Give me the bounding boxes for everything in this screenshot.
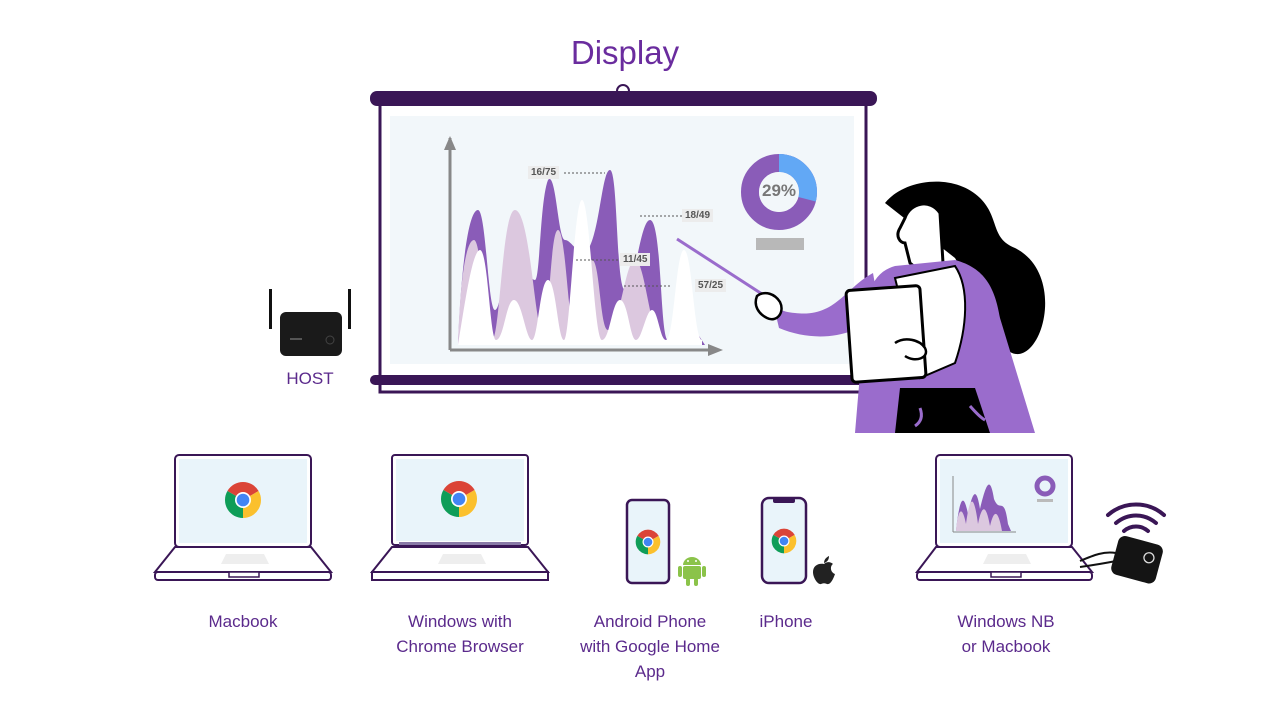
windows-nb-laptop-icon[interactable] (914, 454, 1096, 584)
windows-laptop-icon[interactable] (369, 454, 551, 584)
device-label-android: Android Phone with Google Home App (580, 612, 720, 681)
chart-annotation: 18/49 (682, 209, 714, 222)
chart-annotation: 11/45 (620, 253, 651, 266)
chrome-icon (635, 529, 661, 555)
host-label: HOST (286, 369, 334, 388)
chrome-icon (224, 482, 262, 518)
host-receiver-icon (269, 289, 351, 356)
device-label-iphone: iPhone (759, 612, 813, 631)
chrome-icon (440, 481, 478, 517)
chrome-icon (771, 528, 797, 554)
device-label-windows-chrome: Windows with Chrome Browser (396, 612, 524, 656)
apple-icon (813, 556, 835, 585)
macbook-laptop-icon[interactable] (152, 454, 334, 584)
android-icon (678, 557, 706, 586)
wireless-button-dongle-icon (1079, 502, 1166, 584)
display-title: Display (570, 34, 680, 71)
chart-annotation: 16/75 (528, 166, 560, 179)
device-label-macbook: Macbook (208, 612, 278, 631)
wifi-icon (1106, 502, 1166, 533)
device-label-windows-nb: Windows NB or Macbook (957, 612, 1055, 656)
presenter-woman-illustration (754, 181, 1046, 433)
